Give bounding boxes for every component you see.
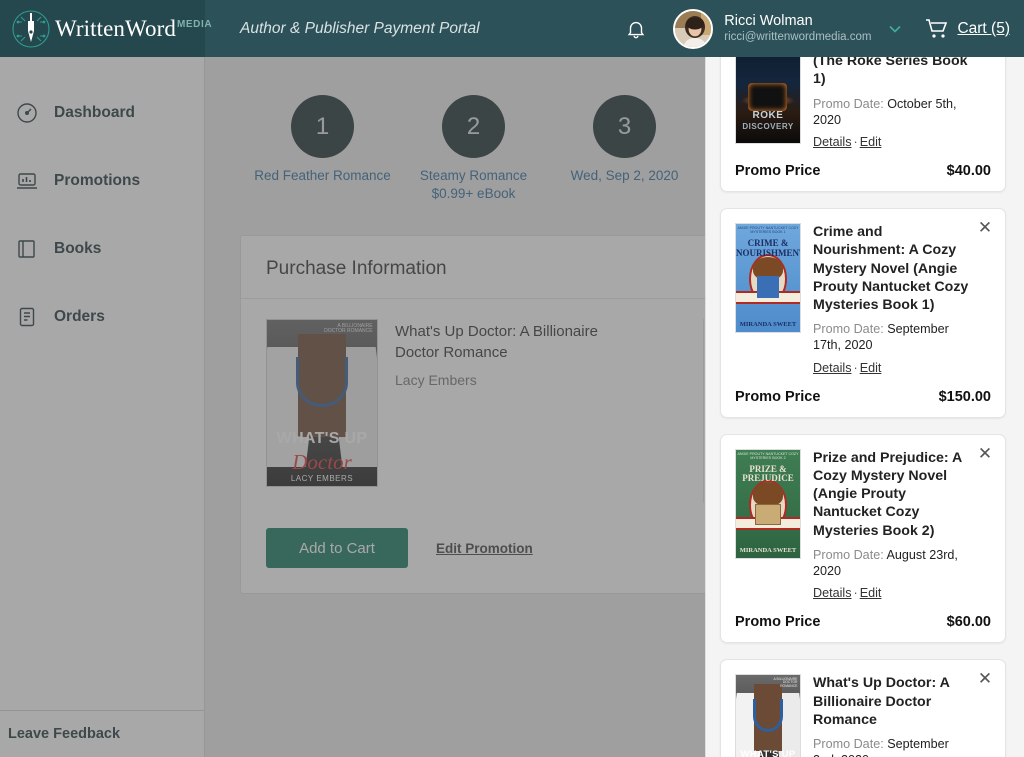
portal-title: Author & Publisher Payment Portal bbox=[240, 19, 480, 37]
promo-date-label: Promo Date: bbox=[813, 547, 884, 562]
cart-item-title: What's Up Doctor: A Billionaire Doctor R… bbox=[813, 675, 950, 728]
cart-item-title: The Roke Discovery (The Roke Series Book… bbox=[813, 57, 968, 88]
modal-backdrop-overlay[interactable] bbox=[0, 57, 705, 757]
cart-item-links: Details · Edit bbox=[813, 361, 973, 375]
top-header-bar: WrittenWordMEDIA Author & Publisher Paym… bbox=[0, 0, 1024, 57]
cart-item: ✕ A BILLIONAIRE DOCTOR ROMANCE WHAT'S UP… bbox=[720, 659, 1006, 757]
promo-date-label: Promo Date: bbox=[813, 736, 884, 751]
promo-price-value: $40.00 bbox=[946, 163, 991, 180]
link-separator: · bbox=[853, 360, 858, 375]
brand-name: WrittenWordMEDIA bbox=[55, 15, 213, 41]
cart-item-promo-date: Promo Date: August 23rd, 2020 bbox=[813, 547, 973, 580]
cover-author-text: MIRANDA SWEET bbox=[739, 546, 797, 554]
book-cover-image: J. WATERS ROKE DISCOVERY bbox=[735, 57, 801, 144]
details-link[interactable]: Details bbox=[813, 361, 852, 375]
cover-header-text: ANGIE PROUTY NANTUCKET COZY MYSTERIES BO… bbox=[737, 452, 799, 460]
cart-item-promo-date: Promo Date: September 17th, 2020 bbox=[813, 321, 973, 354]
promo-price-row: Promo Price $150.00 bbox=[735, 389, 991, 405]
drawer-scrollbar[interactable] bbox=[1020, 57, 1024, 757]
brand-media-sup: MEDIA bbox=[176, 18, 213, 30]
brand-logo-block[interactable]: WrittenWordMEDIA bbox=[0, 0, 212, 57]
promo-price-row: Promo Price $40.00 bbox=[735, 163, 991, 179]
user-name: Ricci Wolman bbox=[724, 13, 813, 30]
bell-icon[interactable] bbox=[619, 12, 653, 46]
close-icon[interactable]: ✕ bbox=[977, 219, 993, 236]
cover-author-text: MIRANDA SWEET bbox=[739, 321, 797, 329]
header-right-cluster: Ricci Wolman ricci@writtenwordmedia.com … bbox=[619, 0, 1024, 57]
cart-item-promo-date: Promo Date: October 5th, 2020 bbox=[813, 96, 973, 129]
details-link[interactable]: Details bbox=[813, 135, 852, 149]
cart-icon bbox=[925, 18, 949, 40]
cart-drawer-panel: ✕ J. WATERS ROKE DISCOVERY The Roke Disc… bbox=[705, 57, 1024, 757]
link-separator: · bbox=[853, 135, 858, 150]
close-icon[interactable]: ✕ bbox=[977, 670, 993, 687]
cart-item: ✕ J. WATERS ROKE DISCOVERY The Roke Disc… bbox=[720, 57, 1006, 193]
promo-price-row: Promo Price $60.00 bbox=[735, 614, 991, 630]
cart-item-title: Prize and Prejudice: A Cozy Mystery Nove… bbox=[813, 449, 962, 539]
promo-price-label: Promo Price bbox=[735, 614, 821, 631]
cart-item-promo-date: Promo Date: September 2nd, 2020 bbox=[813, 736, 973, 757]
cover-header-text: A BILLIONAIRE DOCTOR ROMANCE bbox=[773, 676, 798, 688]
cover-title-line1: ROKE bbox=[752, 109, 784, 121]
book-cover-image: ANGIE PROUTY NANTUCKET COZY MYSTERIES BO… bbox=[735, 448, 801, 559]
promo-date-label: Promo Date: bbox=[813, 322, 884, 337]
edit-link[interactable]: Edit bbox=[860, 361, 882, 375]
user-email: ricci@writtenwordmedia.com bbox=[724, 31, 872, 44]
cover-header-text: ANGIE PROUTY NANTUCKET COZY MYSTERIES BO… bbox=[737, 226, 799, 235]
chevron-down-icon[interactable] bbox=[885, 19, 905, 39]
cart-items-list[interactable]: ✕ J. WATERS ROKE DISCOVERY The Roke Disc… bbox=[706, 57, 1024, 757]
link-separator: · bbox=[853, 586, 858, 601]
close-icon[interactable]: ✕ bbox=[977, 445, 993, 462]
edit-link[interactable]: Edit bbox=[860, 586, 882, 600]
cart-item-title: Crime and Nourishment: A Cozy Mystery No… bbox=[813, 224, 969, 313]
promo-price-value: $60.00 bbox=[946, 614, 991, 631]
cart-item: ✕ ANGIE PROUTY NANTUCKET COZY MYSTERIES … bbox=[720, 433, 1006, 644]
cover-title-line1: CRIME & NOURISHMENT bbox=[736, 238, 801, 258]
cover-title-line1: WHAT'S UP bbox=[740, 748, 796, 757]
cart-item-links: Details · Edit bbox=[813, 586, 973, 600]
book-cover-image: ANGIE PROUTY NANTUCKET COZY MYSTERIES BO… bbox=[735, 223, 801, 334]
promo-price-value: $150.00 bbox=[938, 388, 991, 405]
cart-item: ✕ ANGIE PROUTY NANTUCKET COZY MYSTERIES … bbox=[720, 208, 1006, 418]
book-cover-image: A BILLIONAIRE DOCTOR ROMANCE WHAT'S UP D… bbox=[735, 674, 801, 757]
writtenword-pen-logo-icon bbox=[10, 8, 52, 50]
details-link[interactable]: Details bbox=[813, 586, 852, 600]
cart-label: Cart (5) bbox=[957, 19, 1010, 37]
cart-item-links: Details · Edit bbox=[813, 135, 973, 149]
avatar[interactable] bbox=[673, 8, 714, 49]
user-info-block[interactable]: Ricci Wolman ricci@writtenwordmedia.com bbox=[724, 12, 871, 45]
promo-price-label: Promo Price bbox=[735, 388, 821, 405]
cover-title-line1: PRIZE & PREJUDICE bbox=[742, 463, 794, 484]
promo-date-label: Promo Date: bbox=[813, 96, 884, 111]
cart-button[interactable]: Cart (5) bbox=[925, 18, 1010, 40]
promo-price-label: Promo Price bbox=[735, 163, 821, 180]
cover-title-line2: DISCOVERY bbox=[742, 121, 794, 131]
edit-link[interactable]: Edit bbox=[860, 135, 882, 149]
